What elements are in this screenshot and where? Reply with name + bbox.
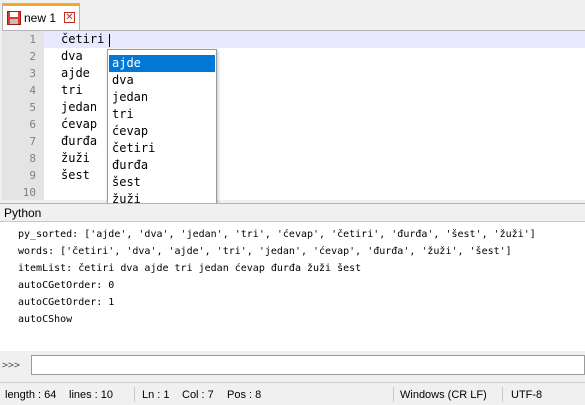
text-caret bbox=[109, 34, 110, 47]
code-line[interactable]: dva bbox=[61, 49, 83, 63]
tab-new-1[interactable]: new 1 ✕ bbox=[2, 3, 80, 30]
console-prompt: >>> bbox=[2, 360, 21, 371]
tab-label: new 1 bbox=[24, 11, 57, 25]
console-line: words: ['četiri', 'dva', 'ajde', 'tri', … bbox=[18, 246, 512, 257]
autocomplete-item[interactable]: četiri bbox=[109, 140, 215, 157]
line-number-gutter: 1 2 3 4 5 6 7 8 9 10 bbox=[2, 31, 44, 200]
console-line: autoCShow bbox=[18, 314, 73, 325]
status-bar: length : 64 lines : 10 Ln : 1 Col : 7 Po… bbox=[0, 382, 585, 405]
code-line[interactable]: šest bbox=[61, 168, 90, 182]
console-line: autoCGetOrder: 0 bbox=[18, 280, 115, 291]
status-column: Col : 7 bbox=[182, 389, 214, 401]
status-separator bbox=[393, 387, 394, 402]
console-input[interactable] bbox=[31, 355, 585, 375]
autocomplete-item-selected[interactable]: ajde bbox=[109, 55, 215, 72]
python-console-output[interactable]: py_sorted: ['ajde', 'dva', 'jedan', 'tri… bbox=[0, 221, 585, 351]
line-number: 4 bbox=[29, 84, 36, 97]
status-position: Pos : 8 bbox=[227, 389, 262, 401]
status-lines: lines : 10 bbox=[69, 389, 114, 401]
code-line[interactable]: ćevap bbox=[61, 117, 97, 131]
code-line[interactable]: đurđa bbox=[61, 134, 97, 148]
line-number: 2 bbox=[29, 50, 36, 63]
line-number: 3 bbox=[29, 67, 36, 80]
status-separator bbox=[502, 387, 503, 402]
console-line: autoCGetOrder: 1 bbox=[18, 297, 115, 308]
line-number: 1 bbox=[29, 33, 36, 46]
code-line[interactable]: četiri bbox=[61, 32, 104, 46]
autocomplete-item[interactable]: dva bbox=[109, 72, 215, 89]
code-line[interactable]: ajde bbox=[61, 66, 90, 80]
python-panel-header: Python bbox=[0, 203, 585, 221]
status-length: length : 64 bbox=[5, 389, 57, 401]
console-input-row: >>> bbox=[0, 351, 585, 380]
autocomplete-item[interactable]: đurđa bbox=[109, 157, 215, 174]
console-line: py_sorted: ['ajde', 'dva', 'jedan', 'tri… bbox=[18, 229, 536, 240]
tab-bar: new 1 ✕ bbox=[0, 0, 585, 30]
console-line: itemList: četiri dva ajde tri jedan ćeva… bbox=[18, 263, 362, 274]
tab-close-icon[interactable]: ✕ bbox=[64, 12, 75, 23]
code-line[interactable]: žuži bbox=[61, 151, 90, 165]
autocomplete-item[interactable]: ćevap bbox=[109, 123, 215, 140]
line-number: 7 bbox=[29, 135, 36, 148]
autocomplete-list[interactable]: ajde dva jedan tri ćevap četiri đurđa še… bbox=[107, 49, 217, 209]
active-tab-indicator bbox=[3, 4, 79, 6]
current-line-highlight bbox=[44, 31, 585, 48]
line-number: 9 bbox=[29, 169, 36, 182]
autocomplete-item[interactable]: jedan bbox=[109, 89, 215, 106]
code-line[interactable]: tri bbox=[61, 83, 83, 97]
status-line-number: Ln : 1 bbox=[142, 389, 170, 401]
autocomplete-item[interactable]: tri bbox=[109, 106, 215, 123]
line-number: 8 bbox=[29, 152, 36, 165]
code-line[interactable]: jedan bbox=[61, 100, 97, 114]
line-number: 5 bbox=[29, 101, 36, 114]
status-separator bbox=[134, 387, 135, 402]
unsaved-file-icon bbox=[7, 11, 21, 25]
line-number: 10 bbox=[22, 186, 36, 199]
line-number: 6 bbox=[29, 118, 36, 131]
autocomplete-item[interactable]: šest bbox=[109, 174, 215, 191]
status-eol-format[interactable]: Windows (CR LF) bbox=[400, 389, 487, 401]
python-panel-title: Python bbox=[4, 206, 42, 220]
status-encoding[interactable]: UTF-8 bbox=[511, 389, 542, 401]
editor-pane[interactable]: 1 2 3 4 5 6 7 8 9 10 četiri dva ajde tri… bbox=[2, 30, 585, 200]
